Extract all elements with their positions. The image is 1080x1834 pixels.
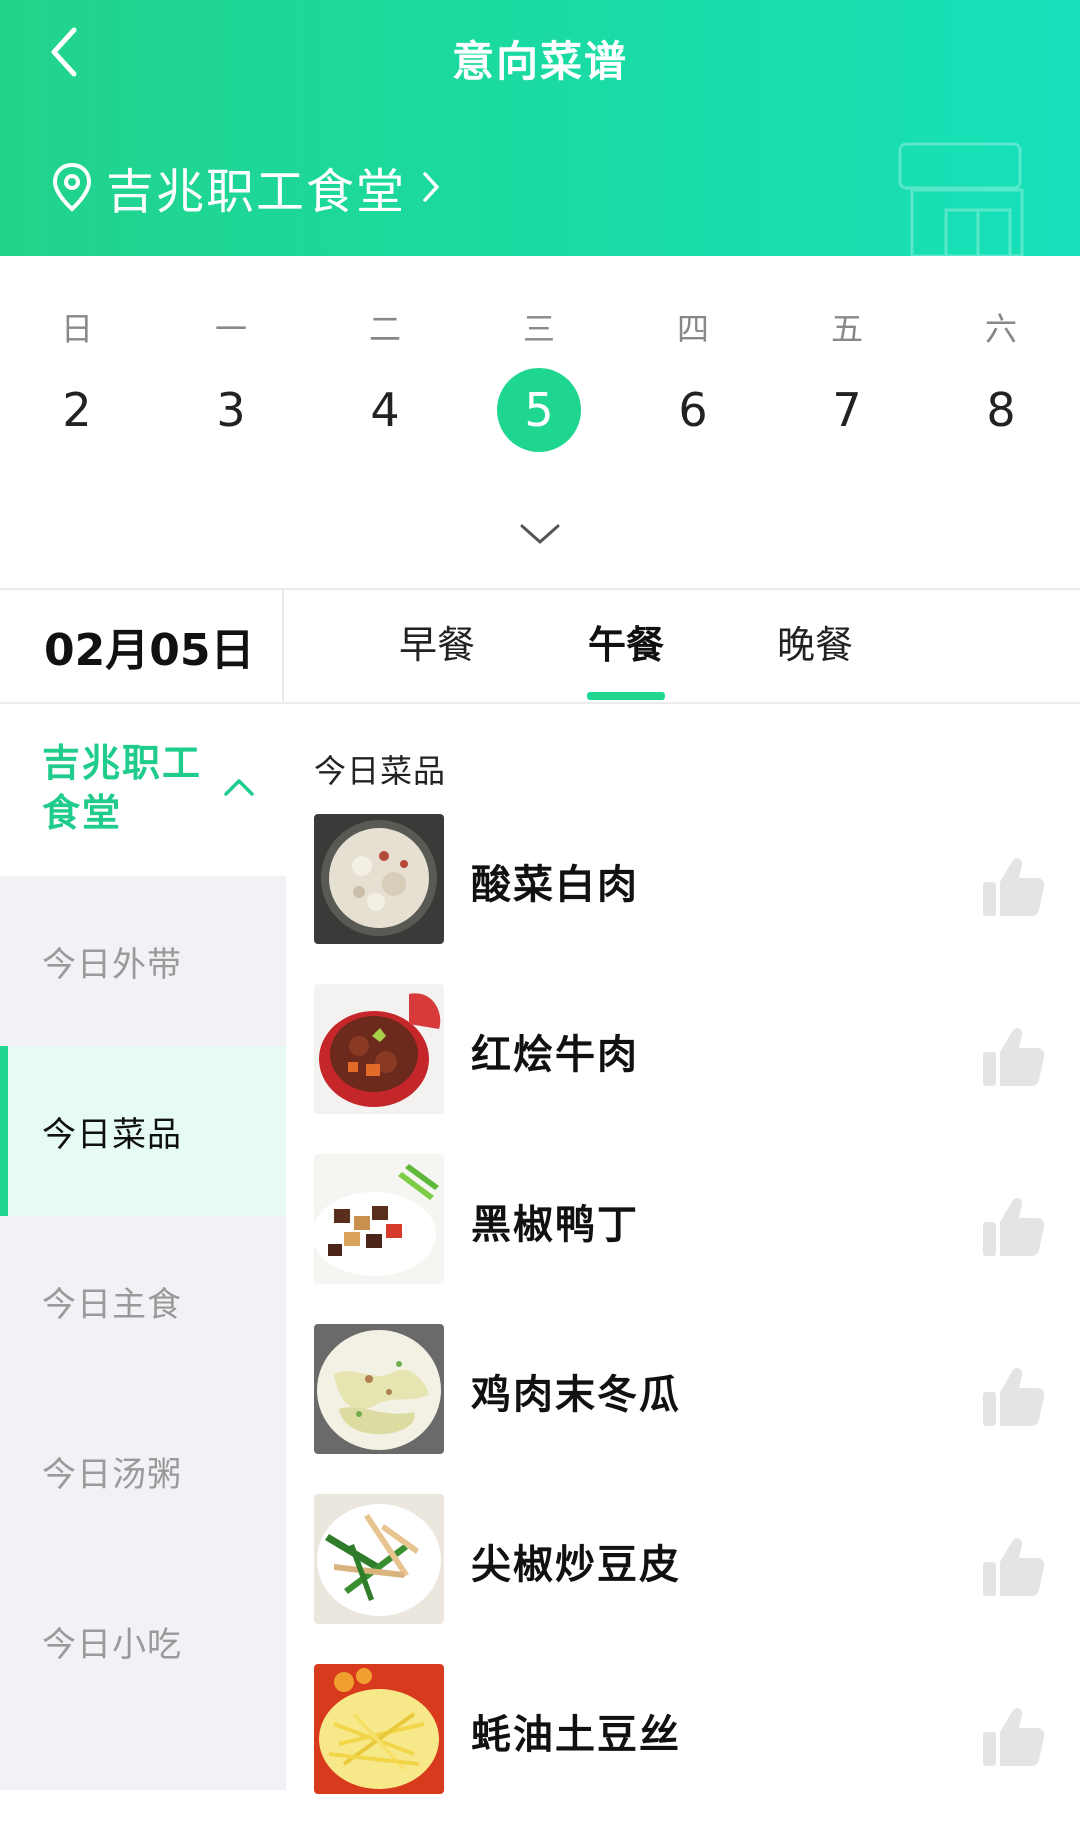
active-tab-indicator <box>587 692 665 700</box>
day-number-wrap: 5 <box>497 368 581 452</box>
day-number: 5 <box>524 383 554 437</box>
week-calendar: 日 2 一 3 二 4 三 5 四 6 五 7 六 8 <box>0 256 1080 588</box>
weekday-label: 日 <box>60 310 93 348</box>
dish-photo <box>314 984 444 1114</box>
tab-breakfast[interactable]: 早餐 <box>377 590 497 702</box>
tab-lunch[interactable]: 午餐 <box>566 590 686 702</box>
calendar-day-monday[interactable]: 一 3 <box>154 256 308 496</box>
map-pin-icon <box>52 162 92 212</box>
canteen-name: 吉兆职工食堂 <box>106 164 407 220</box>
dish-photo <box>314 1324 444 1454</box>
day-number: 7 <box>832 383 862 437</box>
meal-tab-bar: 02月05日 早餐 午餐 晚餐 <box>0 588 1080 704</box>
dish-row[interactable]: 酸菜白肉 <box>286 814 1080 984</box>
app-header: 意向菜谱 吉兆职工食堂 <box>0 0 1080 256</box>
sidebar-item-dishes[interactable]: 今日菜品 <box>0 1046 286 1216</box>
dish-photo <box>314 814 444 944</box>
page-title: 意向菜谱 <box>451 37 628 86</box>
day-number-wrap: 3 <box>189 368 273 452</box>
dish-row[interactable]: 蚝油土豆丝 <box>286 1664 1080 1834</box>
dish-photo <box>314 1664 444 1794</box>
weekday-label: 三 <box>522 310 555 348</box>
building-decoration-icon <box>898 142 1024 256</box>
dish-row[interactable]: 红烩牛肉 <box>286 984 1080 1154</box>
weekday-label: 二 <box>368 310 401 348</box>
chevron-up-icon <box>224 779 254 796</box>
dish-row[interactable]: 尖椒炒豆皮 <box>286 1494 1080 1664</box>
dish-list-panel: 今日菜品 酸菜白肉 红烩牛肉 黑椒鸭丁 鸡肉末冬瓜 尖椒炒豆皮 蚝油土豆丝 <box>286 706 1080 1794</box>
calendar-day-saturday[interactable]: 六 8 <box>924 256 1078 496</box>
day-number: 4 <box>370 383 400 437</box>
sidebar-item-soup[interactable]: 今日汤粥 <box>0 1386 286 1556</box>
dish-name: 尖椒炒豆皮 <box>471 1542 681 1588</box>
dish-name: 鸡肉末冬瓜 <box>471 1372 681 1418</box>
dish-name: 红烩牛肉 <box>471 1032 639 1078</box>
thumbs-up-icon[interactable] <box>980 1704 1046 1770</box>
thumbs-up-icon[interactable] <box>980 854 1046 920</box>
thumbs-up-icon[interactable] <box>980 1194 1046 1260</box>
day-number-wrap: 2 <box>35 368 119 452</box>
section-title: 今日菜品 <box>314 752 447 790</box>
calendar-day-sunday[interactable]: 日 2 <box>0 256 154 496</box>
day-number: 8 <box>986 383 1016 437</box>
day-number-wrap: 7 <box>805 368 889 452</box>
sidebar-canteen-name: 吉兆职工食堂 <box>42 741 203 835</box>
dish-row[interactable]: 黑椒鸭丁 <box>286 1154 1080 1324</box>
canteen-location-selector[interactable]: 吉兆职工食堂 <box>52 152 442 222</box>
calendar-day-thursday[interactable]: 四 6 <box>616 256 770 496</box>
sidebar-canteen-header[interactable]: 吉兆职工食堂 <box>0 706 286 876</box>
chevron-right-icon <box>423 172 439 202</box>
dish-photo <box>314 1494 444 1624</box>
dish-name: 蚝油土豆丝 <box>471 1712 681 1758</box>
category-sidebar: 吉兆职工食堂 今日外带 今日菜品 今日主食 今日汤粥 今日小吃 <box>0 706 286 1790</box>
selected-date-box: 02月05日 <box>0 590 284 702</box>
weekday-label: 五 <box>830 310 863 348</box>
weekday-label: 四 <box>676 310 709 348</box>
weekday-label: 六 <box>984 310 1017 348</box>
calendar-day-wednesday-selected[interactable]: 三 5 <box>462 256 616 496</box>
sidebar-item-takeaway[interactable]: 今日外带 <box>0 876 286 1046</box>
day-number: 2 <box>62 383 92 437</box>
dish-name: 黑椒鸭丁 <box>471 1202 639 1248</box>
thumbs-up-icon[interactable] <box>980 1024 1046 1090</box>
calendar-day-friday[interactable]: 五 7 <box>770 256 924 496</box>
expand-calendar-chevron-down-icon[interactable] <box>516 518 564 550</box>
sidebar-item-staple[interactable]: 今日主食 <box>0 1216 286 1386</box>
tab-dinner[interactable]: 晚餐 <box>755 590 875 702</box>
dish-name: 酸菜白肉 <box>471 862 639 908</box>
sidebar-item-snacks[interactable]: 今日小吃 <box>0 1556 286 1726</box>
day-number-wrap: 8 <box>959 368 1043 452</box>
calendar-day-tuesday[interactable]: 二 4 <box>308 256 462 496</box>
day-number: 3 <box>216 383 246 437</box>
weekday-label: 一 <box>214 310 247 348</box>
dish-photo <box>314 1154 444 1284</box>
selected-date-label: 02月05日 <box>44 625 255 676</box>
thumbs-up-icon[interactable] <box>980 1534 1046 1600</box>
day-number-wrap: 6 <box>651 368 735 452</box>
dish-row[interactable]: 鸡肉末冬瓜 <box>286 1324 1080 1494</box>
day-number-wrap: 4 <box>343 368 427 452</box>
day-number: 6 <box>678 383 708 437</box>
thumbs-up-icon[interactable] <box>980 1364 1046 1430</box>
